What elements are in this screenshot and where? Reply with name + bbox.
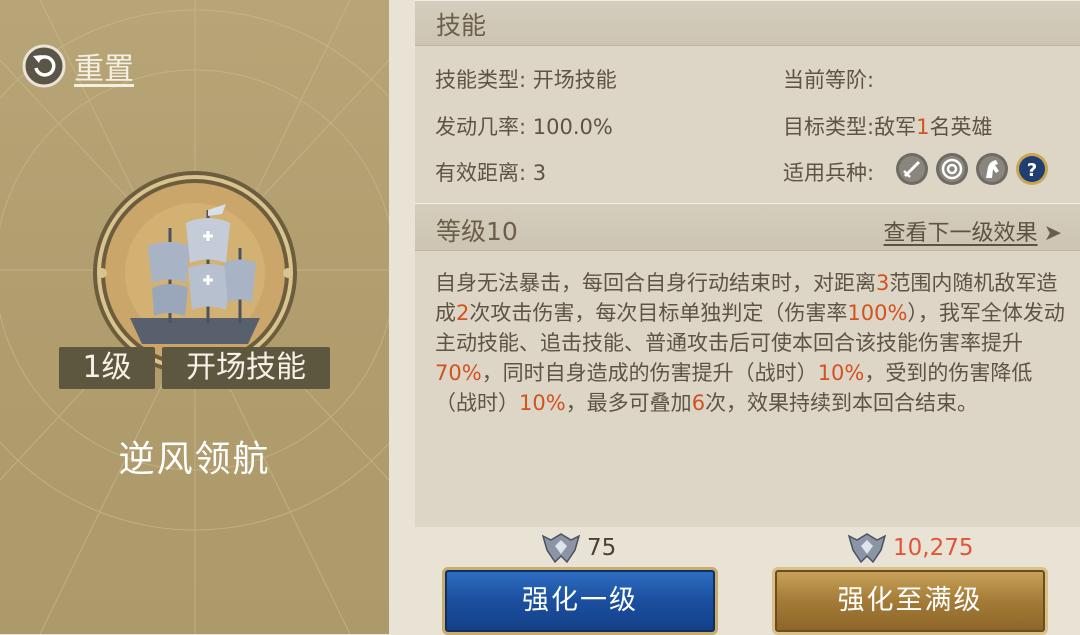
reset-button[interactable]: 重置 (22, 44, 134, 88)
skill-type-label: 技能类型: (435, 68, 527, 92)
skill-type-tag: 开场技能 (162, 347, 330, 389)
current-rank-label: 当前等阶: (783, 68, 875, 92)
description-highlight: 70% (435, 361, 482, 385)
description-highlight: 2 (456, 301, 470, 325)
level-section-header: 等级10 查看下一级效果 ➤ (415, 203, 1080, 251)
skill-type-row: 技能类型: 开场技能 (435, 64, 617, 94)
description-highlight: 6 (691, 391, 706, 415)
description-text: ，最多可叠加 (565, 391, 692, 415)
skill-name: 逆风领航 (118, 439, 271, 480)
troop-type-icons: ? (895, 152, 1049, 186)
skill-detail-panel: 技能 技能类型: 开场技能 当前等阶: 发动几率: 100.0% 目标类型:敌军… (389, 0, 1080, 635)
skill-detail-card: 技能 技能类型: 开场技能 当前等阶: 发动几率: 100.0% 目标类型:敌军… (415, 0, 1080, 527)
level-section-title: 等级10 (436, 217, 518, 246)
arrow-right-icon: ➤ (1043, 221, 1062, 246)
target-icon[interactable] (935, 152, 969, 186)
skill-level-tag: 1级 (59, 347, 155, 389)
range-label: 有效距离: (435, 161, 527, 185)
trigger-rate-row: 发动几率: 100.0% (435, 111, 613, 141)
target-type-count: 1 (916, 115, 930, 139)
skill-summary-panel: 重置 1级 开场技能 逆风领航 (0, 0, 389, 634)
svg-text:?: ? (1027, 160, 1037, 181)
upgrade-one-cost-value: 75 (587, 535, 617, 561)
description-text: ，同时自身造成的伤害提升（战时） (481, 361, 818, 385)
description-highlight: 3 (876, 271, 890, 295)
troop-types-label: 适用兵种: (783, 161, 875, 185)
skill-description: 自身无法暴击，每回合自身行动结束时，对距离3范围内随机敌军造成2次攻击伤害，每次… (435, 268, 1065, 418)
horse-icon[interactable] (975, 152, 1009, 186)
current-rank-row: 当前等阶: (783, 64, 874, 94)
target-type-label: 目标类型: (783, 115, 875, 139)
range-row: 有效距离: 3 (435, 157, 546, 187)
description-text: 次，效果持续到本回合结束。 (705, 391, 979, 415)
description-text: 自身无法暴击，每回合自身行动结束时，对距离 (435, 271, 876, 295)
target-type-post: 名英雄 (929, 115, 993, 139)
trigger-rate-label: 发动几率: (435, 115, 527, 139)
skill-type-value: 开场技能 (532, 68, 617, 92)
target-type-row: 目标类型:敌军1名英雄 (783, 111, 992, 141)
skill-section-title: 技能 (436, 11, 487, 40)
question-icon[interactable]: ? (1015, 152, 1049, 186)
reset-icon (22, 44, 66, 88)
trigger-rate-value: 100.0% (532, 115, 613, 139)
description-highlight: 10% (817, 361, 865, 385)
description-highlight: 10% (519, 391, 566, 415)
description-text: 次攻击伤害，每次目标单独判定（伤害率 (469, 301, 848, 325)
upgrade-max-cost: 10,275 (847, 532, 973, 564)
upgrade-one-cost: 75 (541, 532, 616, 564)
sword-icon[interactable] (895, 152, 929, 186)
next-level-link[interactable]: 查看下一级效果 ➤ (884, 215, 1062, 247)
upgrade-material-icon (541, 533, 581, 564)
target-type-pre: 敌军 (874, 115, 917, 139)
reset-label: 重置 (74, 52, 134, 87)
range-value: 3 (532, 161, 547, 185)
next-level-link-label: 查看下一级效果 (883, 221, 1038, 246)
troop-types-row: 适用兵种: (783, 157, 874, 187)
upgrade-material-icon (847, 533, 887, 564)
upgrade-one-button[interactable]: 强化一级 (442, 567, 718, 635)
upgrade-max-button[interactable]: 强化至满级 (772, 567, 1048, 635)
skill-section-header: 技能 (415, 0, 1080, 46)
description-highlight: 100% (847, 301, 908, 325)
upgrade-max-cost-value: 10,275 (893, 535, 974, 561)
